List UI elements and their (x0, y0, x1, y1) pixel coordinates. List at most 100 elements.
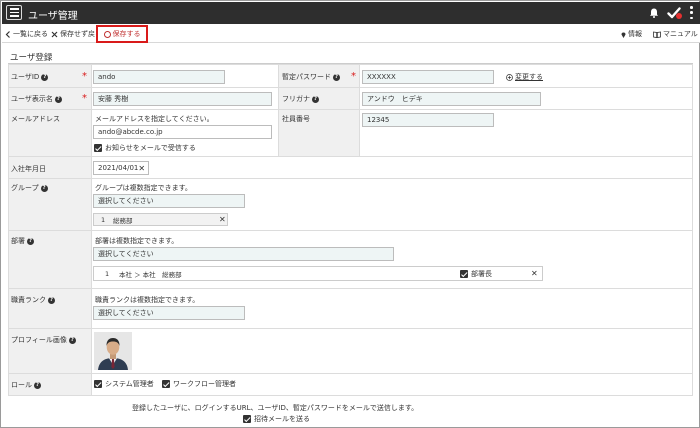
back-to-list-button[interactable]: 一覧に戻る (5, 29, 48, 39)
join-date-value: 2021/04/01 (98, 164, 139, 172)
grid-line (278, 64, 279, 156)
required-mark: * (82, 93, 87, 104)
grid-line (8, 156, 693, 157)
department-select[interactable]: 選択してください (93, 247, 394, 261)
required-mark: * (351, 71, 356, 82)
bell-icon[interactable] (649, 8, 659, 18)
employee-no-label-text: 社員番号 (282, 115, 310, 123)
remove-icon[interactable]: ✕ (531, 269, 538, 278)
role-system-admin-checkbox[interactable]: システム管理者 (94, 379, 154, 389)
role-workflow-admin-label: ワークフロー管理者 (173, 380, 236, 388)
grid-line (8, 178, 693, 179)
job-rank-label-text: 職責ランク (11, 296, 46, 304)
help-icon[interactable]: ? (333, 73, 340, 81)
user-id-label-text: ユーザID (11, 73, 40, 81)
grid-line (692, 64, 693, 396)
department-item-name: 本社 ＞ 本社 総務部 (119, 270, 182, 279)
group-hint: グループは複数指定できます。 (95, 184, 192, 192)
required-mark: * (82, 71, 87, 82)
job-rank-hint: 職責ランクは複数指定できます。 (95, 296, 200, 304)
temp-password-input[interactable]: XXXXXX (362, 70, 494, 84)
display-name-label-text: ユーザ表示名 (11, 95, 53, 103)
help-icon[interactable]: ? (48, 296, 55, 304)
avatar-photo (94, 332, 132, 370)
help-icon[interactable]: ? (54, 95, 62, 103)
checkbox-checked-icon (94, 144, 102, 152)
join-date-label: 入社年月日 (11, 164, 46, 174)
department-item-index: 1 (105, 269, 110, 278)
grid-line (359, 64, 360, 156)
app-window: ユーザ管理 一覧に戻る 保存せず戻る 情報 マニュアル 保存する ユーザ登録 ユ… (0, 0, 700, 428)
profile-image[interactable] (94, 332, 132, 370)
help-icon[interactable]: ? (27, 237, 34, 245)
help-icon[interactable]: ? (312, 95, 319, 103)
info-label: 情報 (628, 30, 642, 38)
role-workflow-admin-checkbox[interactable]: ワークフロー管理者 (162, 379, 236, 389)
group-label-text: グループ (11, 184, 39, 192)
role-label: ロール? (11, 380, 41, 390)
email-input[interactable]: ando@abcde.co.jp (93, 125, 272, 139)
help-icon[interactable]: ? (41, 73, 49, 81)
department-head-checkbox[interactable]: 部署長 (460, 269, 492, 279)
back-to-list-label: 一覧に戻る (13, 30, 48, 38)
join-date-label-text: 入社年月日 (11, 165, 46, 173)
checkbox-checked-icon (243, 415, 251, 423)
send-invite-checkbox[interactable]: 招待メールを送る (243, 414, 310, 424)
role-label-text: ロール (11, 381, 32, 389)
grid-line (91, 64, 92, 396)
group-select[interactable]: 選択してください (93, 194, 245, 208)
grid-line (8, 64, 9, 396)
change-password-link[interactable]: 変更する (506, 72, 543, 82)
email-notify-label: お知らせをメールで受信する (105, 144, 196, 152)
furigana-label-text: フリガナ (282, 95, 310, 103)
circle-icon (103, 30, 111, 38)
help-icon[interactable]: ? (40, 184, 48, 192)
employee-no-input[interactable]: 12345 (362, 113, 494, 127)
more-options-icon[interactable] (690, 6, 693, 19)
email-hint: メールアドレスを指定してください。 (95, 115, 214, 123)
employee-no-label: 社員番号 (282, 114, 310, 124)
app-title: ユーザ管理 (28, 11, 78, 22)
user-id-label: ユーザID? (11, 72, 49, 82)
display-name-input[interactable]: 安藤 秀樹 (93, 92, 272, 106)
change-password-text: 変更する (515, 73, 543, 81)
department-label-text: 部署 (11, 237, 25, 245)
chevron-left-icon (5, 30, 10, 38)
manual-button[interactable]: マニュアル (653, 29, 698, 39)
temp-password-label: 暫定パスワード? (282, 72, 340, 82)
email-notify-checkbox[interactable]: お知らせをメールで受信する (94, 143, 196, 153)
save-label: 保存する (112, 30, 141, 38)
help-icon[interactable]: ? (68, 336, 76, 344)
group-item-index: 1 (101, 215, 106, 224)
furigana-input[interactable]: アンドウ ヒデキ (362, 92, 541, 106)
join-date-input[interactable]: 2021/04/01 ✕ (93, 161, 149, 175)
close-icon (51, 31, 58, 37)
job-rank-select[interactable]: 選択してください (93, 306, 245, 320)
footer-note: 登録したユーザに、ログインするURL、ユーザID、暫定パスワードをメールで送信し… (132, 404, 419, 412)
discard-and-back-button[interactable]: 保存せず戻る (51, 29, 102, 39)
remove-icon[interactable]: ✕ (219, 215, 226, 224)
circle-plus-icon (506, 73, 513, 81)
department-head-label: 部署長 (471, 270, 492, 278)
temp-password-label-text: 暫定パスワード (282, 73, 331, 81)
job-rank-label: 職責ランク? (11, 295, 55, 305)
user-id-input[interactable]: ando (93, 70, 225, 84)
department-hint: 部署は複数指定できます。 (95, 237, 179, 245)
checkbox-checked-icon (94, 380, 102, 388)
save-button[interactable]: 保存する (96, 25, 148, 43)
clear-icon[interactable]: ✕ (138, 164, 145, 173)
checkbox-checked-icon (460, 270, 468, 278)
help-icon[interactable]: ? (34, 381, 41, 389)
grid-line (8, 64, 693, 65)
info-button[interactable]: 情報 (621, 29, 642, 39)
location-pin-icon (621, 32, 626, 38)
department-label: 部署? (11, 236, 34, 246)
email-label: メールアドレス (11, 114, 60, 124)
manual-label: マニュアル (663, 30, 698, 38)
title-bar: ユーザ管理 (2, 2, 700, 24)
send-invite-label: 招待メールを送る (254, 415, 310, 423)
group-item: 1 総務部 ✕ (93, 213, 228, 226)
email-label-text: メールアドレス (11, 115, 60, 123)
grid-line (8, 288, 693, 289)
hamburger-menu-icon[interactable] (6, 5, 22, 20)
